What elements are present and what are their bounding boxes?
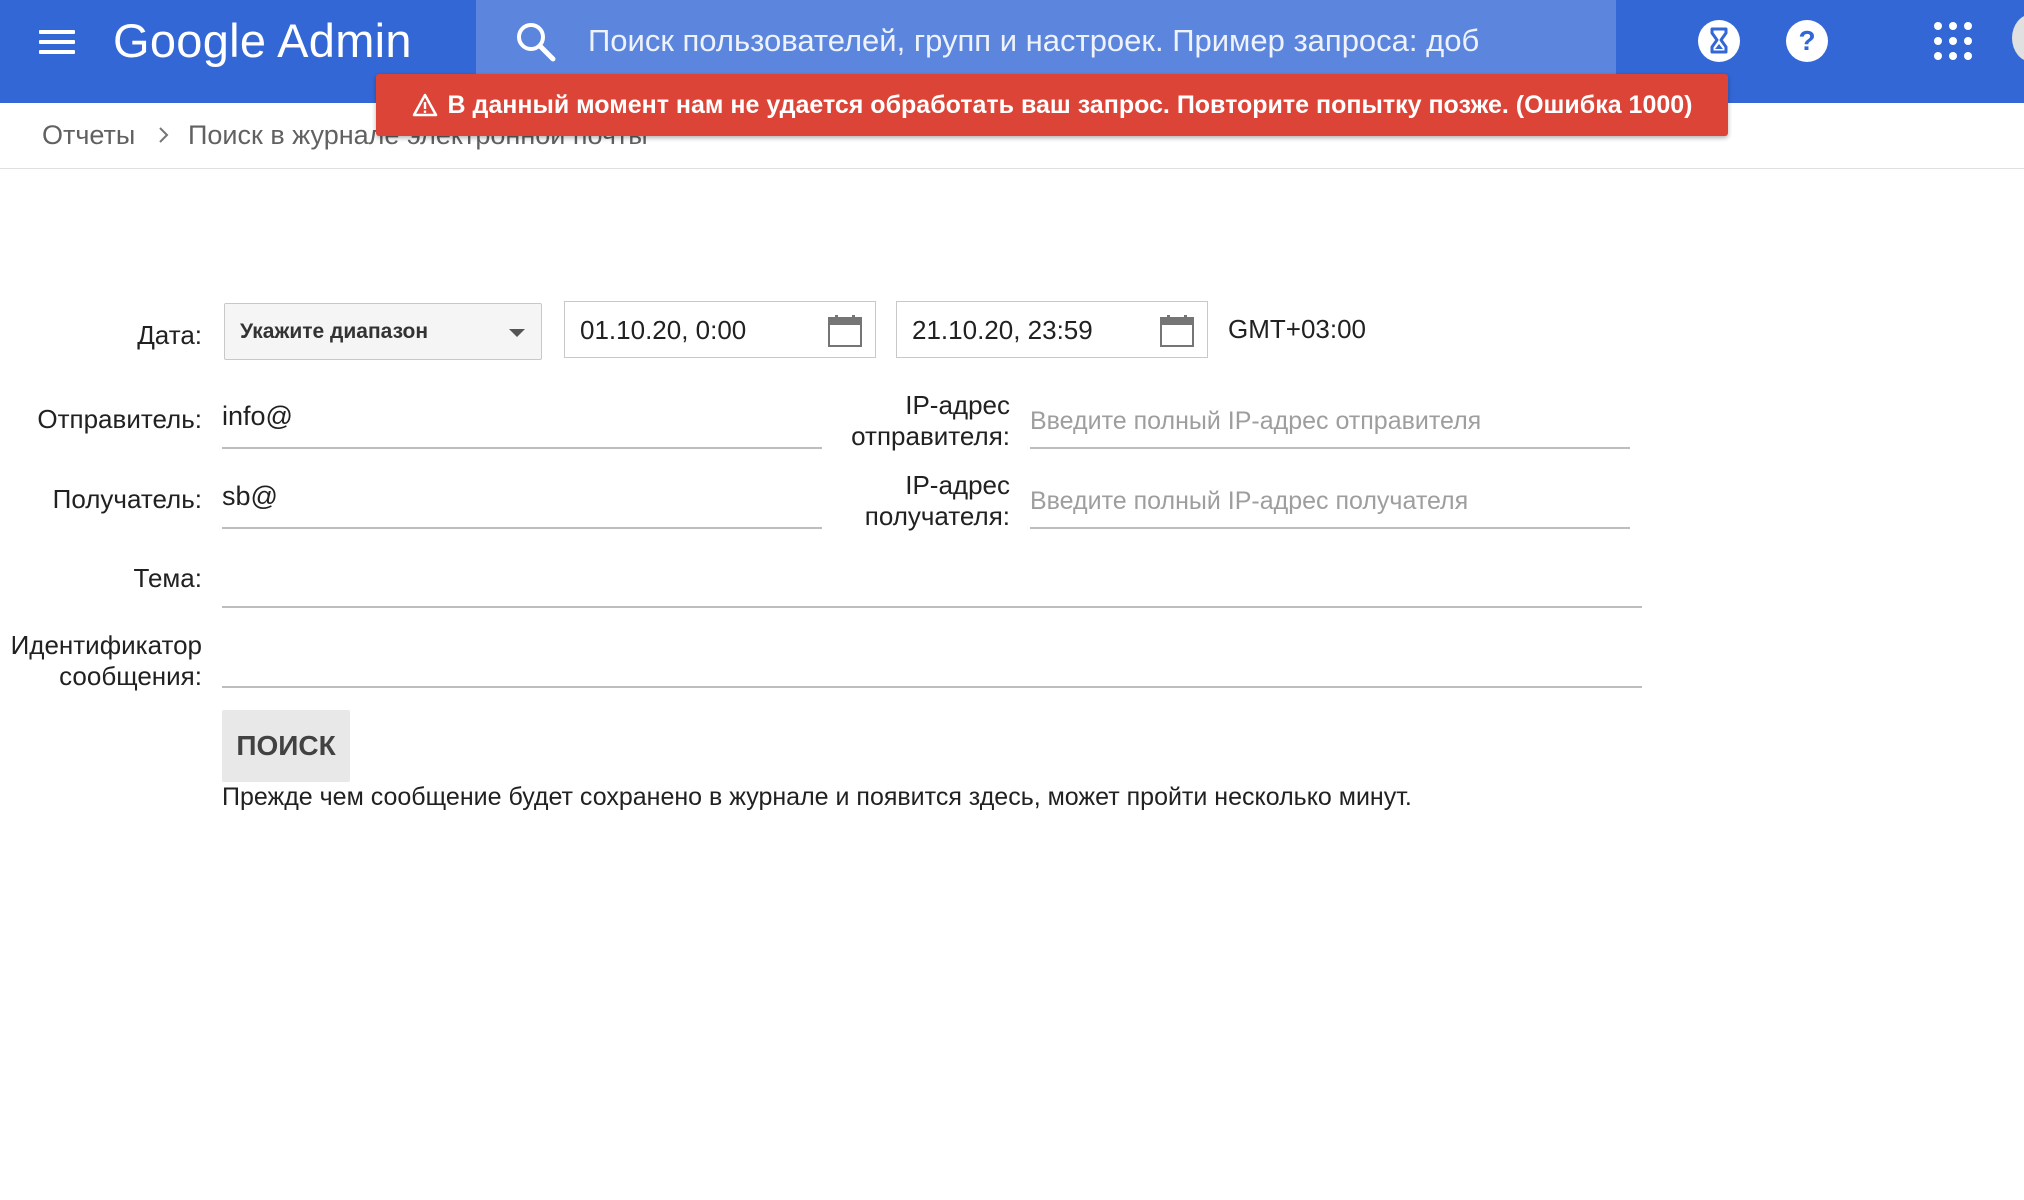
recipient-value: sb@ — [222, 481, 278, 511]
sender-ip-input[interactable]: Введите полный IP-адрес отправителя — [1030, 399, 1630, 449]
sender-ip-label-line2: отправителя: — [851, 421, 1010, 451]
logo-google-text: Google — [113, 14, 267, 67]
recipient-ip-label-line2: получателя: — [864, 501, 1010, 531]
svg-text:?: ? — [1798, 25, 1815, 56]
calendar-icon[interactable] — [1160, 315, 1194, 347]
recipient-ip-label-line1: IP-адрес — [905, 470, 1010, 500]
apps-grid-icon[interactable] — [1930, 18, 1976, 64]
error-message: В данный момент нам не удается обработат… — [447, 90, 1693, 119]
recipient-ip-placeholder: Введите полный IP-адрес получателя — [1030, 487, 1469, 515]
page: Google Admin Поиск пользователей, групп … — [0, 0, 2024, 1200]
logo-admin-text: Admin — [277, 14, 412, 67]
breadcrumb-reports[interactable]: Отчеты — [42, 115, 135, 155]
search-button[interactable]: ПОИСК — [222, 710, 350, 782]
recipient-ip-input[interactable]: Введите полный IP-адрес получателя — [1030, 479, 1630, 529]
recipient-input[interactable]: sb@ — [222, 479, 822, 529]
recipient-ip-label: IP-адрес получателя: — [865, 470, 1010, 532]
timezone-label: GMT+03:00 — [1228, 314, 1367, 344]
message-id-label: Идентификатор сообщения: — [11, 630, 202, 692]
date-from-input[interactable]: 01.10.20, 0:00 — [564, 301, 876, 358]
help-icon[interactable]: ? — [1784, 18, 1830, 64]
sender-ip-label: IP-адрес отправителя: — [851, 390, 1010, 452]
error-banner: В данный момент нам не удается обработат… — [376, 74, 1728, 136]
message-id-label-line1: Идентификатор — [10, 630, 202, 660]
sender-value: info@ — [222, 401, 293, 431]
sender-ip-placeholder: Введите полный IP-адрес отправителя — [1030, 407, 1482, 435]
message-id-input[interactable] — [222, 638, 1642, 688]
date-to-input[interactable]: 21.10.20, 23:59 — [896, 301, 1208, 358]
warning-icon — [412, 93, 437, 117]
date-label: Дата: — [137, 320, 202, 350]
search-bar[interactable]: Поиск пользователей, групп и настроек. П… — [476, 0, 1616, 82]
sender-ip-label-line1: IP-адрес — [905, 390, 1010, 420]
search-input[interactable]: Поиск пользователей, групп и настроек. П… — [588, 18, 1588, 64]
date-from-value: 01.10.20, 0:00 — [580, 315, 747, 345]
avatar[interactable] — [2012, 14, 2024, 62]
google-admin-logo[interactable]: Google Admin — [113, 13, 412, 69]
sender-label: Отправитель: — [37, 404, 202, 434]
recipient-label: Получатель: — [52, 484, 202, 514]
dropdown-arrow-icon — [509, 329, 525, 337]
date-range-select[interactable]: Укажите диапазон — [224, 303, 542, 360]
menu-icon[interactable] — [37, 24, 79, 60]
chevron-right-icon — [159, 127, 169, 143]
subject-input[interactable] — [222, 558, 1642, 608]
hourglass-icon[interactable] — [1696, 18, 1742, 64]
calendar-icon[interactable] — [828, 315, 862, 347]
date-range-value: Укажите диапазон — [240, 320, 429, 343]
message-id-label-line2: сообщения: — [59, 661, 202, 691]
date-to-value: 21.10.20, 23:59 — [912, 315, 1093, 345]
info-note: Прежде чем сообщение будет сохранено в ж… — [222, 783, 1412, 811]
sender-input[interactable]: info@ — [222, 399, 822, 449]
subject-label: Тема: — [133, 563, 202, 593]
search-icon[interactable] — [514, 20, 558, 64]
